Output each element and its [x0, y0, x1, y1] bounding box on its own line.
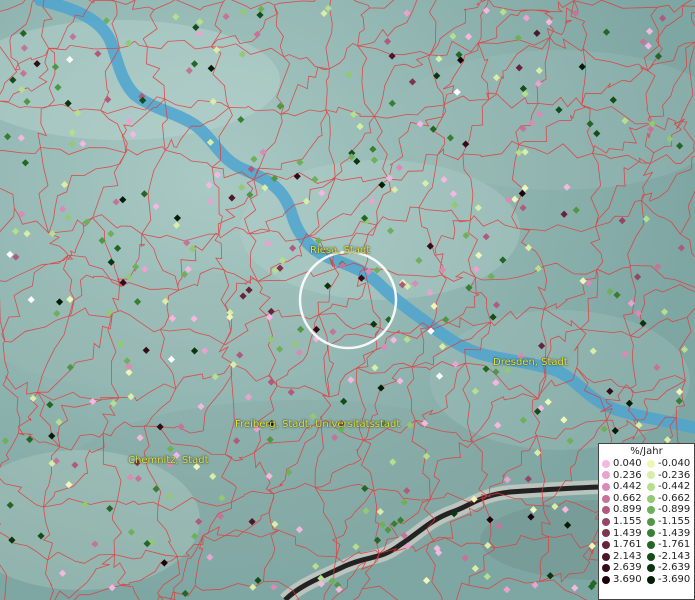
legend-value-label: 2.639 [613, 562, 642, 574]
positive-legend-row: 0.899 [602, 504, 647, 516]
positive-legend-row: 1.155 [602, 516, 647, 528]
legend-swatch-icon [647, 529, 655, 538]
negative-legend-row: -3.690 [647, 574, 692, 586]
positive-legend-row: 2.639 [602, 562, 647, 574]
legend-value-label: -3.690 [658, 573, 691, 585]
legend-swatch-icon [647, 575, 655, 584]
legend-value-label: -1.439 [658, 527, 691, 539]
legend-swatch-icon [602, 517, 610, 526]
legend-swatch-icon [602, 575, 610, 584]
negative-legend-row: -0.442 [647, 481, 692, 493]
legend-value-label: 1.155 [613, 515, 642, 527]
legend-value-label: 2.143 [613, 550, 642, 562]
legend-value-label: -1.155 [658, 515, 691, 527]
legend-swatch-icon [647, 471, 655, 480]
negative-legend-row: -2.143 [647, 551, 692, 563]
legend-value-label: -0.899 [658, 504, 691, 516]
legend-value-label: -2.143 [658, 550, 691, 562]
positive-legend-row: 0.236 [602, 470, 647, 482]
legend-swatch-icon [602, 459, 610, 468]
legend-swatch-icon [602, 471, 610, 480]
legend-value-label: 0.442 [613, 481, 642, 493]
legend-value-label: -0.662 [658, 492, 691, 504]
legend-swatch-icon [647, 506, 655, 515]
legend-swatch-icon [647, 540, 655, 549]
positive-legend-row: 1.439 [602, 528, 647, 540]
legend-swatch-icon [647, 564, 655, 573]
positive-legend-row: 2.143 [602, 551, 647, 563]
legend-swatch-icon [647, 517, 655, 526]
legend-swatch-icon [647, 459, 655, 468]
place-label-riesa: Riesa, Stadt [310, 245, 371, 256]
negative-legend-row: -0.662 [647, 493, 692, 505]
positive-legend-row: 0.040 [602, 458, 647, 470]
legend-value-label: 0.662 [613, 492, 642, 504]
negative-legend-row: -0.899 [647, 504, 692, 516]
legend-value-label: 0.236 [613, 469, 642, 481]
place-label-freiberg: Freiberg, Stadt, Universitätsstadt [235, 419, 401, 430]
positive-legend-row: 0.662 [602, 493, 647, 505]
legend-swatch-icon [647, 482, 655, 491]
negative-legend-row: -2.639 [647, 562, 692, 574]
legend-value-label: 0.040 [613, 458, 642, 469]
legend-swatch-icon [602, 494, 610, 503]
legend-value-label: 1.761 [613, 539, 642, 551]
legend-swatch-icon [602, 552, 610, 561]
legend-value-label: -1.761 [658, 539, 691, 551]
negative-legend-row: -0.040 [647, 458, 692, 470]
positive-legend-row: 0.442 [602, 481, 647, 493]
legend-swatch-icon [647, 494, 655, 503]
legend: %/Jahr 0.040 0.236 0.442 0.662 0.899 1.155 1.4… [598, 443, 695, 600]
place-label-dresden: Dresden, Stadt [493, 357, 568, 368]
legend-value-label: -0.236 [658, 469, 691, 481]
legend-swatch-icon [602, 540, 610, 549]
legend-value-label: -0.040 [658, 458, 691, 469]
negative-legend-row: -1.155 [647, 516, 692, 528]
legend-value-label: 3.690 [613, 573, 642, 585]
legend-swatch-icon [602, 482, 610, 491]
legend-value-label: -2.639 [658, 562, 691, 574]
positive-legend-row: 1.761 [602, 539, 647, 551]
legend-swatch-icon [647, 552, 655, 561]
map-canvas[interactable] [0, 0, 695, 600]
legend-value-label: -0.442 [658, 481, 691, 493]
legend-swatch-icon [602, 529, 610, 538]
negative-legend-row: -0.236 [647, 470, 692, 482]
legend-value-label: 0.899 [613, 504, 642, 516]
positive-legend-row: 3.690 [602, 574, 647, 586]
place-label-chemnitz: Chemnitz, Stadt [128, 455, 209, 466]
legend-swatch-icon [602, 564, 610, 573]
legend-negative-column: -0.040 -0.236 -0.442 -0.662 -0.899 -1.155 -1.4… [647, 458, 692, 586]
legend-swatch-icon [602, 506, 610, 515]
legend-positive-column: 0.040 0.236 0.442 0.662 0.899 1.155 1.439 1.761… [602, 458, 647, 586]
negative-legend-row: -1.439 [647, 528, 692, 540]
legend-value-label: 1.439 [613, 527, 642, 539]
negative-legend-row: -1.761 [647, 539, 692, 551]
legend-title: %/Jahr [630, 446, 663, 457]
